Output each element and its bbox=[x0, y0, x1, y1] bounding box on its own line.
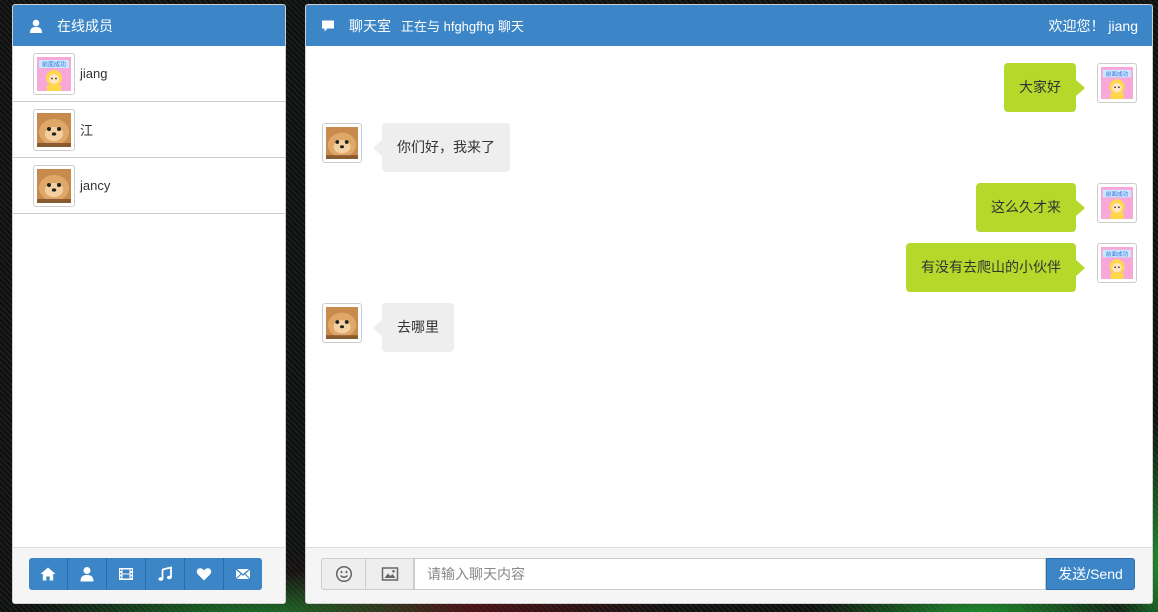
chat-input-bar: 发送/Send bbox=[306, 547, 1152, 603]
home-button[interactable] bbox=[29, 558, 68, 590]
mail-button[interactable] bbox=[224, 558, 262, 590]
avatar bbox=[33, 52, 75, 95]
video-button[interactable] bbox=[107, 558, 146, 590]
favorite-button[interactable] bbox=[185, 558, 224, 590]
user-icon bbox=[80, 567, 94, 582]
member-name: jiang bbox=[80, 66, 108, 81]
avatar bbox=[1097, 63, 1137, 103]
member-item[interactable]: jiang bbox=[13, 46, 285, 102]
chat-message-input[interactable] bbox=[414, 558, 1046, 590]
smile-icon bbox=[335, 565, 352, 583]
image-button[interactable] bbox=[366, 558, 414, 590]
members-panel: 在线成员 jiang 江 jancy bbox=[12, 4, 286, 604]
chat-panel: 聊天室 正在与 hfghgfhg 聊天 欢迎您！ jiang 大家好 你们好，我… bbox=[305, 4, 1153, 604]
nav-button-group bbox=[29, 558, 262, 590]
members-toolbar bbox=[13, 547, 285, 603]
home-icon bbox=[40, 567, 56, 581]
user-icon bbox=[29, 19, 43, 33]
avatar bbox=[322, 303, 362, 343]
member-item[interactable]: 江 bbox=[13, 102, 285, 158]
picture-icon bbox=[381, 567, 398, 581]
chat-title: 聊天室 bbox=[349, 17, 391, 34]
send-button[interactable]: 发送/Send bbox=[1046, 558, 1135, 590]
message-bubble: 这么久才来 bbox=[976, 183, 1085, 232]
avatar bbox=[33, 108, 75, 151]
members-panel-title: 在线成员 bbox=[57, 17, 113, 34]
message-bubble: 去哪里 bbox=[373, 303, 454, 352]
member-name: 江 bbox=[80, 123, 94, 138]
avatar bbox=[322, 123, 362, 163]
heart-icon bbox=[196, 568, 212, 581]
message-bubble: 有没有去爬山的小伙伴 bbox=[906, 243, 1085, 292]
envelope-icon bbox=[235, 568, 251, 580]
profile-button[interactable] bbox=[68, 558, 107, 590]
chat-panel-header: 聊天室 正在与 hfghgfhg 聊天 欢迎您！ jiang bbox=[306, 5, 1152, 46]
message-bubble: 你们好，我来了 bbox=[373, 123, 510, 172]
music-icon bbox=[158, 566, 172, 581]
music-button[interactable] bbox=[146, 558, 185, 590]
member-name: jancy bbox=[80, 178, 111, 193]
message-list: 大家好 你们好，我来了 这么久才来 有没有去爬山的小伙伴 去哪里 bbox=[306, 47, 1152, 547]
chat-subtitle: 正在与 hfghgfhg 聊天 bbox=[401, 19, 524, 34]
avatar bbox=[33, 164, 75, 207]
member-item[interactable]: jancy bbox=[13, 158, 285, 214]
message-bubble: 大家好 bbox=[1004, 63, 1085, 112]
emoji-button[interactable] bbox=[321, 558, 366, 590]
avatar bbox=[1097, 183, 1137, 223]
members-panel-header: 在线成员 bbox=[13, 5, 285, 46]
avatar bbox=[1097, 243, 1137, 283]
comment-icon bbox=[321, 19, 335, 33]
film-icon bbox=[119, 568, 133, 580]
welcome-text: 欢迎您！ jiang bbox=[1048, 17, 1138, 34]
